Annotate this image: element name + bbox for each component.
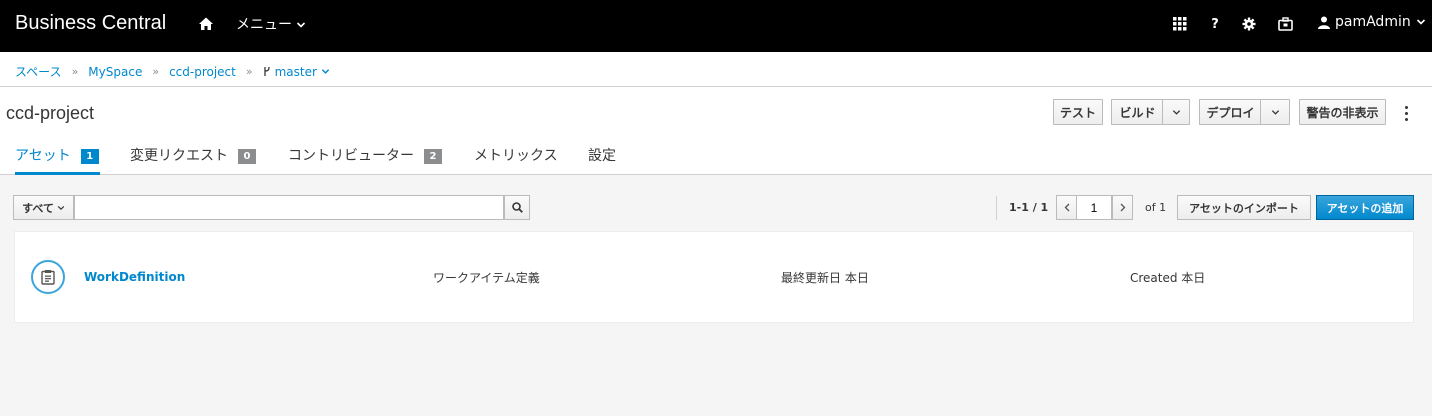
next-page-button[interactable] (1112, 195, 1133, 220)
tab-contributors[interactable]: コントリビューター 2 (288, 137, 442, 175)
import-asset-button[interactable]: アセットのインポート (1177, 195, 1311, 220)
tab-label: アセット (15, 148, 71, 164)
page-number-input[interactable] (1076, 195, 1112, 220)
filter-dropdown[interactable]: すべて (13, 195, 74, 220)
count-badge: 2 (424, 149, 442, 164)
chevron-down-icon (1416, 19, 1425, 25)
prev-page-button[interactable] (1056, 195, 1077, 220)
breadcrumb-project[interactable]: ccd-project (169, 65, 236, 79)
chevron-right-icon (1120, 203, 1125, 212)
briefcase-icon[interactable] (1277, 16, 1293, 32)
deploy-dropdown-toggle[interactable] (1260, 99, 1290, 125)
breadcrumb-spaces[interactable]: スペース (15, 63, 62, 80)
test-button[interactable]: テスト (1053, 99, 1103, 125)
tab-metrics[interactable]: メトリックス (474, 137, 558, 175)
tab-label: メトリックス (474, 148, 558, 164)
tab-assets[interactable]: アセット 1 (15, 137, 100, 175)
asset-name-link[interactable]: WorkDefinition (84, 270, 185, 284)
chevron-down-icon (296, 21, 306, 28)
add-asset-button[interactable]: アセットの追加 (1316, 195, 1414, 220)
user-name: pamAdmin (1335, 14, 1411, 30)
top-navbar: Business Central メニュー ? pamAdmin (0, 0, 1432, 52)
search-input[interactable] (74, 195, 504, 220)
apps-grid-icon[interactable] (1172, 16, 1188, 32)
clipboard-icon (31, 260, 65, 294)
home-icon[interactable] (198, 16, 214, 32)
breadcrumb: スペース » MySpace » ccd-project » master (15, 63, 330, 80)
pagination-range: 1-1 / 1 (1009, 201, 1049, 214)
main-menu-dropdown[interactable]: メニュー (236, 14, 306, 34)
search-icon (511, 202, 523, 213)
kebab-menu-icon[interactable] (1400, 101, 1412, 125)
build-button[interactable]: ビルド (1111, 99, 1163, 125)
breadcrumb-bar: スペース » MySpace » ccd-project » master (0, 52, 1432, 87)
breadcrumb-myspace[interactable]: MySpace (88, 65, 142, 79)
tab-label: 変更リクエスト (130, 148, 228, 164)
chevron-down-icon (57, 205, 65, 210)
asset-toolbar: すべて 1-1 / 1 of 1 アセットのインポート アセットの追加 (0, 175, 1432, 231)
user-icon (1318, 16, 1330, 29)
main-menu-label: メニュー (236, 17, 292, 33)
filter-label: すべて (22, 201, 54, 215)
page-total: of 1 (1145, 201, 1167, 214)
project-header: ccd-project テスト ビルド デプロイ 警告の非表示 アセット 1 変… (0, 87, 1432, 175)
tab-label: コントリビューター (288, 148, 414, 164)
asset-last-modified: 最終更新日 本日 (781, 271, 869, 285)
chevron-left-icon (1064, 203, 1069, 212)
deploy-button[interactable]: デプロイ (1199, 99, 1261, 125)
count-badge: 0 (238, 149, 256, 164)
branch-icon (263, 66, 270, 76)
tab-label: 設定 (588, 148, 616, 164)
breadcrumb-separator: » (71, 65, 79, 78)
chevron-down-icon (1271, 109, 1279, 115)
branch-name: master (274, 64, 317, 79)
divider (996, 196, 997, 220)
tab-settings[interactable]: 設定 (588, 137, 616, 175)
help-icon[interactable]: ? (1207, 16, 1223, 32)
chevron-down-icon (321, 69, 330, 74)
build-dropdown-toggle[interactable] (1162, 99, 1190, 125)
brand-logo[interactable]: Business Central (15, 12, 166, 35)
asset-type: ワークアイテム定義 (433, 271, 540, 285)
gear-icon[interactable] (1241, 16, 1257, 32)
breadcrumb-separator: » (245, 65, 253, 78)
page-title: ccd-project (6, 103, 95, 123)
branch-selector[interactable]: master (263, 65, 330, 79)
asset-list: WorkDefinition ワークアイテム定義 最終更新日 本日 Create… (14, 231, 1414, 323)
tab-change-requests[interactable]: 変更リクエスト 0 (130, 137, 256, 175)
hide-alerts-button[interactable]: 警告の非表示 (1299, 99, 1386, 125)
chevron-down-icon (1172, 109, 1180, 115)
search-button[interactable] (504, 195, 530, 220)
breadcrumb-separator: » (152, 65, 160, 78)
user-menu[interactable]: pamAdmin (1318, 14, 1426, 30)
count-badge: 1 (80, 149, 99, 164)
asset-created: Created 本日 (1130, 271, 1206, 285)
